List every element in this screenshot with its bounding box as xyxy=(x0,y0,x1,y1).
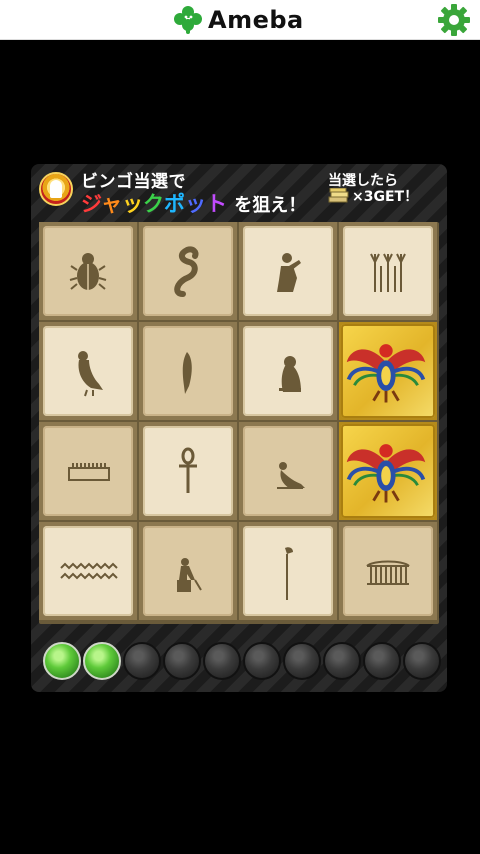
stone-empty xyxy=(123,642,161,680)
ankh-glyph-icon xyxy=(179,447,197,493)
book-stack-icon xyxy=(328,188,349,203)
ameba-clover-icon xyxy=(174,6,202,34)
jackpot-text: ジャックポット xyxy=(81,192,227,216)
winged-scarab-icon xyxy=(346,344,426,403)
winged-scarab-icon xyxy=(346,444,426,503)
tile-4[interactable] xyxy=(339,222,437,320)
stone-empty xyxy=(323,642,361,680)
tile-9[interactable] xyxy=(39,422,137,520)
banner-line2: ジャックポット を狙え！ xyxy=(81,188,306,218)
stone-empty xyxy=(243,642,281,680)
tile-5[interactable] xyxy=(39,322,137,420)
seated-god-glyph-icon xyxy=(177,548,202,592)
staff-bird-glyph-icon xyxy=(285,547,293,600)
shrine-glyph-icon xyxy=(366,560,410,585)
bingo-grid xyxy=(39,222,439,624)
stone-empty xyxy=(403,642,441,680)
owl-glyph-icon xyxy=(279,356,301,392)
tile-2[interactable] xyxy=(139,222,237,320)
tile-14[interactable] xyxy=(139,522,237,620)
banner-suffix: を狙え！ xyxy=(234,195,307,216)
tile-6[interactable] xyxy=(139,322,237,420)
stone-collected xyxy=(83,642,121,680)
reeds-glyph-icon xyxy=(370,253,406,292)
tile-7[interactable] xyxy=(239,322,337,420)
tile-1[interactable] xyxy=(39,222,137,320)
tile-3[interactable] xyxy=(239,222,337,320)
prize-line2: ×3GET！ xyxy=(328,186,418,206)
water-glyph-icon xyxy=(60,562,118,580)
bingo-panel: ビンゴ当選で ジャックポット を狙え！ 当選したら ×3GET！ xyxy=(31,164,447,692)
tile-10[interactable] xyxy=(139,422,237,520)
stone-collected xyxy=(43,642,81,680)
scarab-glyph-icon xyxy=(69,253,107,290)
tile-13[interactable] xyxy=(39,522,137,620)
game-board-glyph-icon xyxy=(68,463,110,481)
tile-8[interactable] xyxy=(339,322,437,420)
stone-empty xyxy=(363,642,401,680)
collected-stones xyxy=(43,642,441,682)
tile-11[interactable] xyxy=(239,422,337,520)
pharaoh-badge-icon xyxy=(39,172,73,206)
falcon-glyph-icon xyxy=(277,462,305,489)
tile-15[interactable] xyxy=(239,522,337,620)
tile-12[interactable] xyxy=(339,422,437,520)
feather-glyph-icon xyxy=(182,352,192,394)
gear-icon[interactable] xyxy=(437,3,471,37)
stone-empty xyxy=(163,642,201,680)
vulture-glyph-icon xyxy=(78,351,103,397)
tile-16[interactable] xyxy=(339,522,437,620)
app-header: Ameba xyxy=(0,0,480,40)
ameba-logo[interactable]: Ameba xyxy=(172,5,304,35)
stone-empty xyxy=(203,642,241,680)
stone-empty xyxy=(283,642,321,680)
cobra-glyph-icon xyxy=(174,246,199,297)
logo-text: Ameba xyxy=(208,6,304,34)
bingo-banner: ビンゴ当選で ジャックポット を狙え！ 当選したら ×3GET！ xyxy=(31,164,447,216)
seated-figure-glyph-icon xyxy=(277,253,301,292)
